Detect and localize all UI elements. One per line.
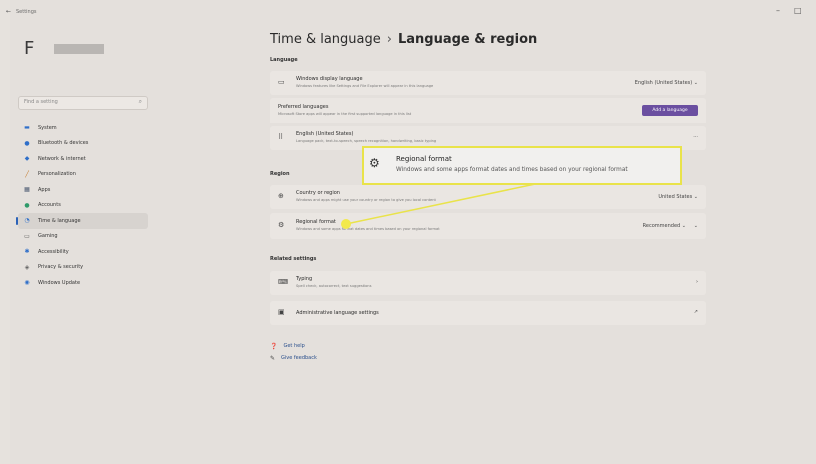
regional-format-icon: ⚙ (369, 156, 380, 170)
callout-title: Regional format (396, 155, 452, 163)
callout-connector-line (345, 182, 541, 225)
regional-format-callout: ⚙ Regional format Windows and some apps … (362, 146, 682, 185)
callout-desc: Windows and some apps format dates and t… (396, 167, 628, 173)
callout-anchor-dot (341, 219, 351, 229)
